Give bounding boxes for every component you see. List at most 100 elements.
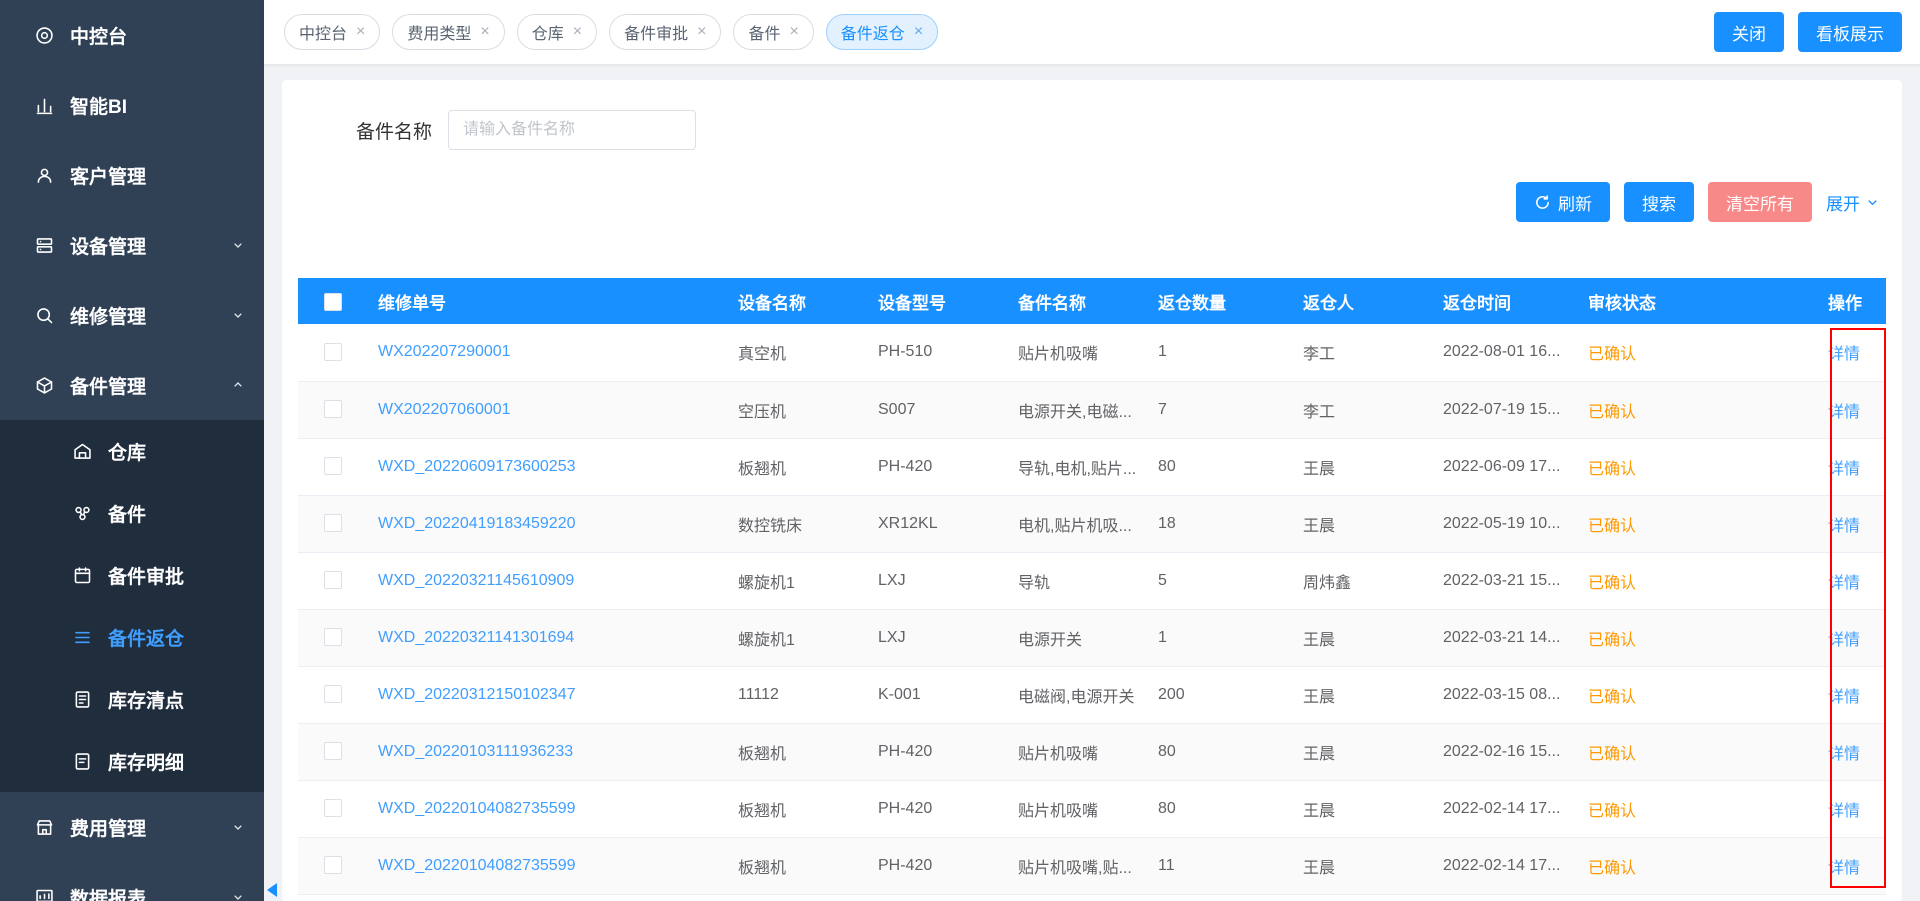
sidebar-item-label: 维修管理 [70, 302, 146, 329]
tab-fee-type[interactable]: 费用类型 × [392, 14, 504, 50]
sidebar-collapse-arrow[interactable] [267, 883, 277, 897]
row-checkbox[interactable] [324, 742, 342, 760]
sidebar-item-label: 费用管理 [70, 814, 146, 841]
tab-warehouse[interactable]: 仓库 × [517, 14, 597, 50]
tab-console[interactable]: 中控台 × [284, 14, 380, 50]
tab-label: 仓库 [532, 20, 564, 44]
parts-return-card: 备件名称 刷新 搜索 清空所有 展开 [282, 80, 1902, 901]
row-checkbox[interactable] [324, 628, 342, 646]
sidebar-item-spare-parts-management[interactable]: 备件管理 [0, 350, 264, 420]
detail-link[interactable]: 详情 [1828, 461, 1860, 478]
sidebar-item-parts-return[interactable]: 备件返仓 [0, 606, 264, 668]
order-no-link[interactable]: WXD_20220103111936233 [378, 743, 573, 760]
sidebar-item-spare-parts[interactable]: 备件 [0, 482, 264, 544]
order-no-link[interactable]: WXD_20220104082735599 [378, 857, 576, 874]
row-checkbox[interactable] [324, 856, 342, 874]
close-icon[interactable]: × [480, 23, 489, 41]
maintenance-icon [34, 305, 55, 326]
part-name-cell: 电源开关,电磁... [1008, 381, 1148, 438]
sidebar-item-parts-approval[interactable]: 备件审批 [0, 544, 264, 606]
parts-icon [72, 503, 93, 524]
close-icon[interactable]: × [914, 23, 923, 41]
device-model-cell: XR12KL [868, 495, 1008, 552]
device-model-cell: S007 [868, 381, 1008, 438]
search-button[interactable]: 搜索 [1624, 182, 1694, 222]
sidebar-item-smart-bi[interactable]: 智能BI [0, 70, 264, 140]
row-checkbox[interactable] [324, 685, 342, 703]
part-name-cell: 电磁阀,电源开关 [1008, 666, 1148, 723]
sidebar-item-data-reports[interactable]: 数据报表 [0, 862, 264, 901]
close-icon[interactable]: × [573, 23, 582, 41]
sidebar-item-label: 设备管理 [70, 232, 146, 259]
close-icon[interactable]: × [356, 23, 365, 41]
refresh-button[interactable]: 刷新 [1516, 182, 1610, 222]
returner-cell: 王晨 [1293, 780, 1433, 837]
order-no-link[interactable]: WX202207060001 [378, 401, 511, 418]
sidebar-item-maintenance-management[interactable]: 维修管理 [0, 280, 264, 350]
detail-link[interactable]: 详情 [1828, 346, 1860, 363]
time-cell: 2022-03-21 15... [1433, 552, 1578, 609]
chevron-up-icon [230, 377, 246, 393]
order-no-link[interactable]: WXD_20220321145610909 [378, 572, 574, 589]
table-row: WXD_20220104082735599 板翘机 PH-420 贴片机吸嘴 8… [298, 780, 1886, 837]
select-all-checkbox[interactable] [324, 293, 342, 311]
detail-link[interactable]: 详情 [1828, 860, 1860, 877]
order-no-link[interactable]: WXD_20220419183459220 [378, 515, 576, 532]
sidebar-item-inventory-detail[interactable]: 库存明细 [0, 730, 264, 792]
row-checkbox[interactable] [324, 457, 342, 475]
sidebar-item-fee-management[interactable]: 费用管理 [0, 792, 264, 862]
order-no-link[interactable]: WXD_20220312150102347 [378, 686, 576, 703]
detail-link[interactable]: 详情 [1828, 632, 1860, 649]
detail-link[interactable]: 详情 [1828, 518, 1860, 535]
row-checkbox[interactable] [324, 400, 342, 418]
row-checkbox[interactable] [324, 514, 342, 532]
content-area: 备件名称 刷新 搜索 清空所有 展开 [264, 64, 1920, 901]
row-checkbox[interactable] [324, 571, 342, 589]
device-name-cell: 螺旋机1 [728, 552, 868, 609]
detail-link[interactable]: 详情 [1828, 689, 1860, 706]
toolbar: 刷新 搜索 清空所有 展开 [298, 182, 1886, 222]
close-button[interactable]: 关闭 [1714, 12, 1784, 52]
sidebar-item-label: 库存清点 [108, 686, 184, 713]
dashboard-icon [34, 25, 55, 46]
column-header-part-name: 备件名称 [1008, 278, 1148, 324]
close-icon[interactable]: × [697, 23, 706, 41]
inventory-detail-icon [72, 751, 93, 772]
part-name-input[interactable] [448, 110, 696, 150]
device-name-cell: 真空机 [728, 324, 868, 381]
time-cell: 2022-02-14 17... [1433, 837, 1578, 894]
order-no-link[interactable]: WXD_20220609173600253 [378, 458, 576, 475]
main-area: 中控台 × 费用类型 × 仓库 × 备件审批 × 备件 × 备件返仓 × [264, 0, 1920, 901]
status-badge: 已确认 [1588, 518, 1636, 535]
column-header-order-no: 维修单号 [368, 278, 728, 324]
tab-parts-return[interactable]: 备件返仓 × [826, 14, 938, 50]
sidebar-item-console[interactable]: 中控台 [0, 0, 264, 70]
status-badge: 已确认 [1588, 746, 1636, 763]
sidebar-item-warehouse[interactable]: 仓库 [0, 420, 264, 482]
expand-link[interactable]: 展开 [1826, 190, 1880, 215]
device-model-cell: LXJ [868, 552, 1008, 609]
table-row: WXD_20220321145610909 螺旋机1 LXJ 导轨 5 周炜鑫 … [298, 552, 1886, 609]
inventory-count-icon [72, 689, 93, 710]
sidebar-item-device-management[interactable]: 设备管理 [0, 210, 264, 280]
tab-spare-parts[interactable]: 备件 × [733, 14, 813, 50]
sidebar-item-customer-management[interactable]: 客户管理 [0, 140, 264, 210]
chevron-down-icon [230, 819, 246, 835]
order-no-link[interactable]: WX202207290001 [378, 343, 511, 360]
tab-parts-approval[interactable]: 备件审批 × [609, 14, 721, 50]
row-checkbox[interactable] [324, 799, 342, 817]
close-icon[interactable]: × [789, 23, 798, 41]
detail-link[interactable]: 详情 [1828, 746, 1860, 763]
qty-cell: 80 [1148, 723, 1293, 780]
time-cell: 2022-05-19 10... [1433, 495, 1578, 552]
detail-link[interactable]: 详情 [1828, 404, 1860, 421]
order-no-link[interactable]: WXD_20220104082735599 [378, 800, 576, 817]
row-checkbox[interactable] [324, 343, 342, 361]
detail-link[interactable]: 详情 [1828, 803, 1860, 820]
sidebar-item-inventory-count[interactable]: 库存清点 [0, 668, 264, 730]
detail-link[interactable]: 详情 [1828, 575, 1860, 592]
order-no-link[interactable]: WXD_20220321141301694 [378, 629, 574, 646]
clear-all-button[interactable]: 清空所有 [1708, 182, 1812, 222]
board-display-button[interactable]: 看板展示 [1798, 12, 1902, 52]
part-name-cell: 导轨,电机,贴片... [1008, 438, 1148, 495]
